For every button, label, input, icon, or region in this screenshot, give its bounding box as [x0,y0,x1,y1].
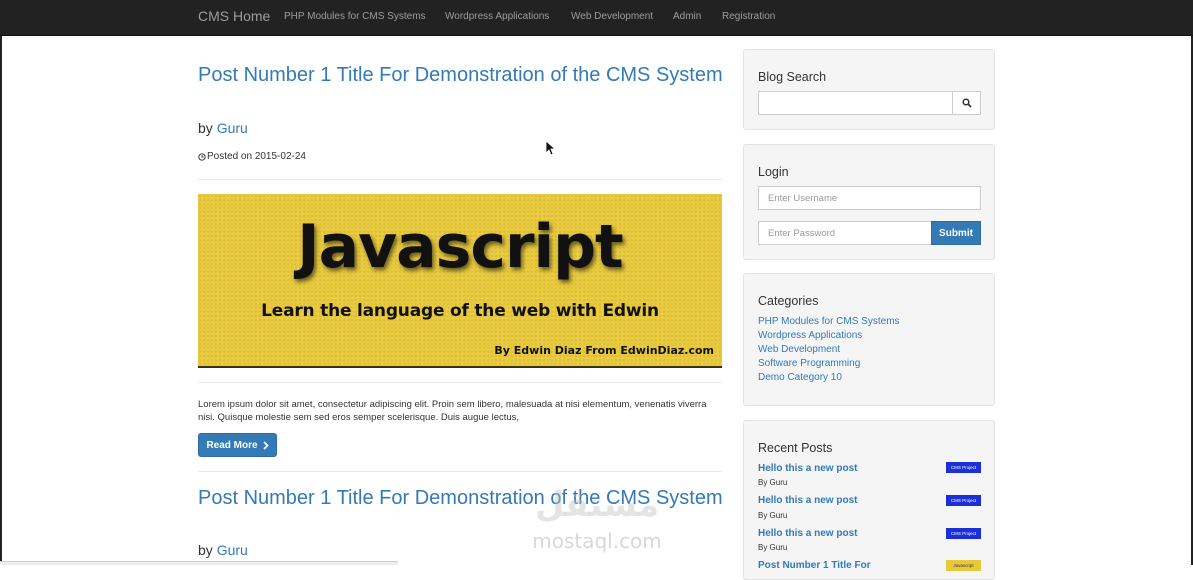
search-icon [961,98,972,108]
nav-link-wordpress[interactable]: Wordpress Applications [445,11,549,22]
watermark-text: mostaql.com [532,529,662,553]
author-link[interactable]: Guru [217,542,248,558]
recent-post-title[interactable]: Post Number 1 Title For [758,560,871,571]
nav-link-web-development[interactable]: Web Development [571,11,653,22]
username-placeholder: Enter Username [768,192,838,204]
category-link-demo-category-10[interactable]: Demo Category 10 [758,372,842,383]
post-excerpt: Lorem ipsum dolor sit amet, consectetur … [198,399,707,423]
post-byline: by Guru [198,120,248,136]
search-input[interactable] [758,91,953,115]
recent-post-title[interactable]: Hello this a new post [758,463,857,474]
by-label: by [198,120,213,136]
recent-posts-panel: Recent Posts Hello this a new post By Gu… [743,420,995,580]
recent-post-thumbnail[interactable]: CMS Project [946,528,981,539]
recent-post-title[interactable]: Hello this a new post [758,495,857,506]
recent-posts-heading: Recent Posts [758,441,833,455]
nav-link-registration[interactable]: Registration [722,11,775,22]
recent-post-author: By Guru [758,543,788,552]
post-title[interactable]: Post Number 1 Title For Demonstration of… [198,487,723,510]
recent-post-thumbnail[interactable]: CMS Project [946,462,981,473]
category-link-web-development[interactable]: Web Development [758,344,840,355]
top-navbar: CMS Home PHP Modules for CMS Systems Wor… [0,0,1193,36]
post-image-subtitle: Learn the language of the web with Edwin [261,301,659,321]
password-placeholder: Enter Password [768,227,836,239]
nav-link-admin[interactable]: Admin [673,11,701,22]
categories-panel: Categories PHP Modules for CMS Systems W… [743,273,995,406]
post-byline: by Guru [198,542,248,558]
post-title[interactable]: Post Number 1 Title For Demonstration of… [198,64,723,87]
login-panel: Login Enter Username Enter Password Subm… [743,144,995,260]
category-link-wordpress[interactable]: Wordpress Applications [758,330,862,341]
recent-post-author: By Guru [758,511,788,520]
submit-button[interactable]: Submit [931,221,981,245]
clock-icon [198,152,206,161]
recent-post-thumbnail[interactable]: Javascript [946,560,981,571]
nav-link-php-modules[interactable]: PHP Modules for CMS Systems [284,11,426,22]
brand-link[interactable]: CMS Home [198,8,270,24]
recent-post-author: By Guru [758,478,788,487]
chevron-right-icon [262,440,269,450]
post-date-text: Posted on 2015-02-24 [207,151,306,162]
blog-search-panel: Blog Search [743,49,995,130]
category-link-software-programming[interactable]: Software Programming [758,358,860,369]
post-image[interactable]: Javascript Learn the language of the web… [198,194,722,368]
login-heading: Login [758,165,789,179]
read-more-button[interactable]: Read More [198,433,277,457]
username-input[interactable]: Enter Username [758,186,981,210]
divider [198,471,722,472]
password-input[interactable]: Enter Password [758,221,932,245]
left-window-edge [0,36,2,565]
post-image-title: Javascript [297,212,623,282]
post-image-credit: By Edwin Diaz From EdwinDiaz.com [494,344,714,357]
category-link-php-modules[interactable]: PHP Modules for CMS Systems [758,316,900,327]
mouse-pointer-icon [545,140,555,156]
divider [198,179,722,180]
divider [198,382,722,383]
categories-heading: Categories [758,294,819,308]
post-date: Posted on 2015-02-24 [198,151,306,162]
recent-post-title[interactable]: Hello this a new post [758,528,857,539]
search-button[interactable] [952,91,981,115]
blog-search-heading: Blog Search [758,70,827,84]
horizontal-scrollbar[interactable] [0,561,398,565]
author-link[interactable]: Guru [217,120,248,136]
recent-post-thumbnail[interactable]: CMS Project [946,495,981,506]
read-more-label: Read More [206,439,258,451]
by-label: by [198,542,213,558]
